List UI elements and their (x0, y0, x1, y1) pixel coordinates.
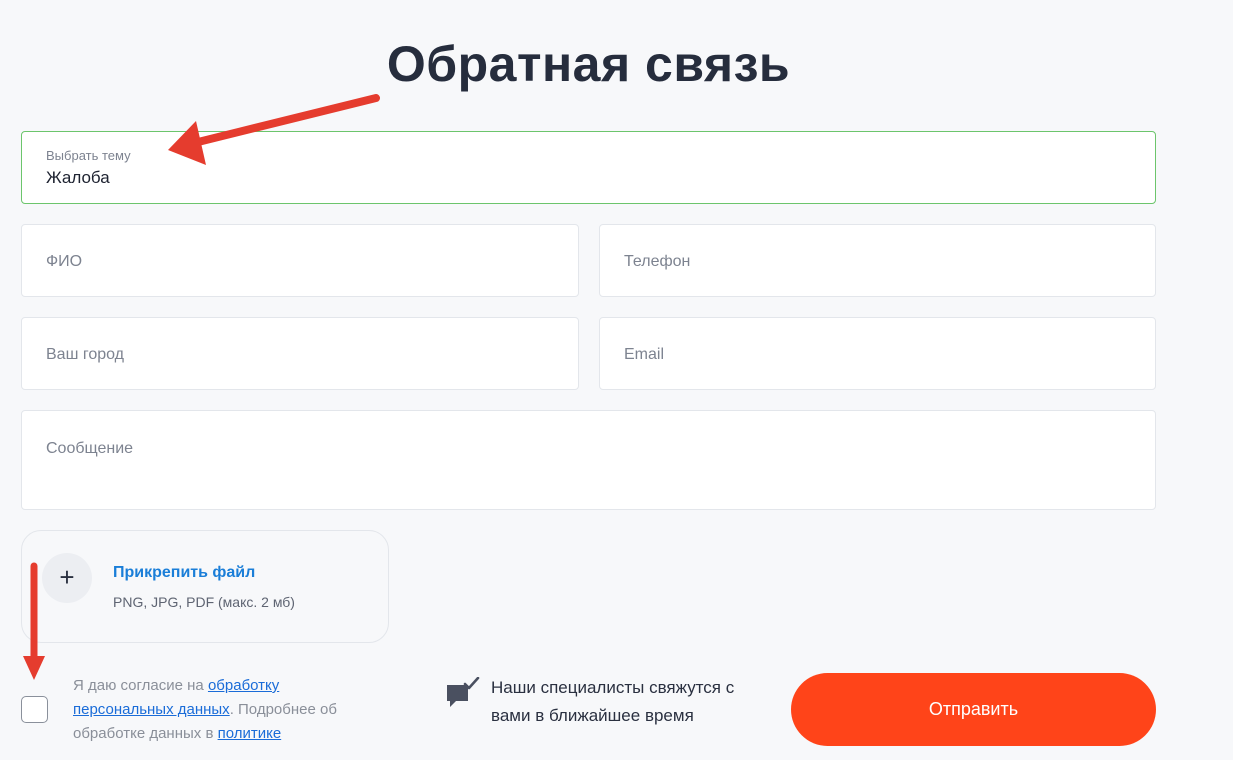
topic-select[interactable]: Выбрать тему Жалоба (21, 131, 1156, 204)
callback-info-text: Наши специалисты свяжутся с вами в ближа… (491, 678, 735, 725)
name-field-placeholder: ФИО (46, 253, 83, 270)
city-field-placeholder: Ваш город (46, 346, 125, 363)
message-textarea[interactable]: Сообщение (21, 410, 1156, 510)
attach-file-hint: PNG, JPG, PDF (макс. 2 мб) (113, 594, 295, 610)
submit-button[interactable]: Отправить (791, 673, 1156, 746)
name-field[interactable]: ФИО (21, 224, 579, 297)
consent-text-part1: Я даю согласие на (73, 677, 208, 694)
attach-file-area[interactable]: + Прикрепить файл PNG, JPG, PDF (макс. 2… (21, 530, 389, 643)
consent-text: Я даю согласие на обработку персональных… (73, 674, 373, 746)
city-field[interactable]: Ваш город (21, 317, 579, 390)
page-title: Обратная связь (386, 35, 791, 92)
email-field-placeholder: Email (624, 346, 665, 363)
chat-check-icon (447, 677, 480, 707)
consent-checkbox[interactable] (21, 696, 48, 723)
topic-select-label: Выбрать тему (46, 148, 131, 163)
policy-link[interactable]: политике (218, 725, 282, 742)
phone-field[interactable]: Телефон (599, 224, 1156, 297)
topic-select-value: Жалоба (46, 168, 110, 187)
email-field[interactable]: Email (599, 317, 1156, 390)
message-textarea-placeholder: Сообщение (46, 440, 134, 457)
plus-icon[interactable]: + (42, 553, 92, 603)
phone-field-placeholder: Телефон (624, 253, 691, 270)
attach-file-link[interactable]: Прикрепить файл (113, 564, 255, 582)
